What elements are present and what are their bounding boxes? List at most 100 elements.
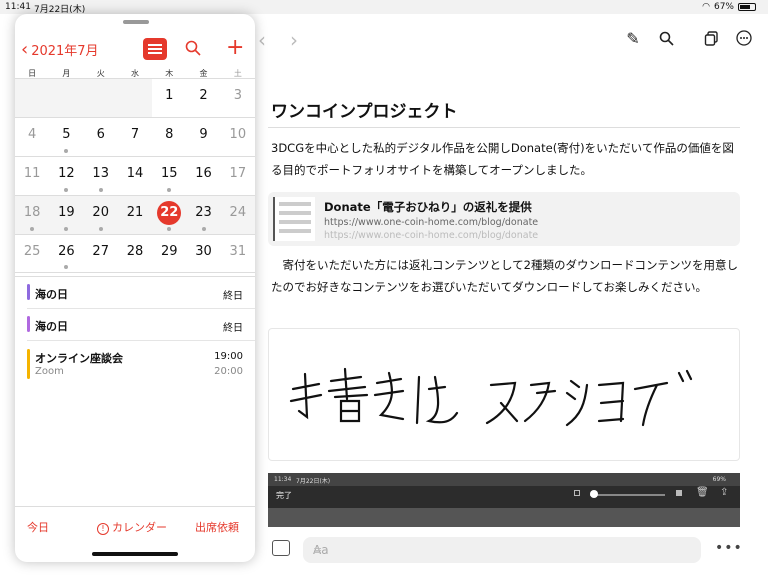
calendar-header: ‹ 2021年7月 + — [15, 35, 255, 66]
calendar-search-icon[interactable] — [185, 40, 201, 60]
status-time: 11:41 — [5, 2, 31, 12]
event-item[interactable]: 海の日 終日 — [27, 309, 255, 341]
day-cell[interactable]: 25 — [15, 235, 49, 272]
more-dots-icon[interactable]: ••• — [715, 540, 743, 556]
invites-button[interactable]: 出席依頼 — [195, 519, 239, 535]
calendars-button[interactable]: ! カレンダー — [97, 519, 167, 535]
day-cell[interactable]: 28 — [118, 235, 152, 272]
event-end-time: 20:00 — [214, 366, 243, 377]
event-name: 海の日 — [35, 320, 68, 333]
day-cell[interactable]: 23 — [186, 196, 220, 234]
day-cell[interactable]: 13 — [84, 157, 118, 195]
week-row: 11 12 13 14 15 16 17 — [15, 156, 255, 195]
embed-date: 7月22日(木) — [296, 478, 331, 485]
day-cell — [49, 79, 83, 117]
add-attachment-icon[interactable] — [272, 540, 290, 556]
day-cell[interactable]: 5 — [49, 118, 83, 156]
day-cell[interactable]: 8 — [152, 118, 186, 156]
embed-done-label: 完了 — [276, 491, 292, 500]
list-lines-icon: ≡ — [313, 544, 323, 557]
event-color-bar — [27, 349, 30, 379]
event-item[interactable]: 海の日 終日 — [27, 277, 255, 309]
day-cell[interactable]: 6 — [84, 118, 118, 156]
week-row: 25 26 27 28 29 30 31 — [15, 234, 255, 273]
day-cell[interactable]: 19 — [49, 196, 83, 234]
handwriting-drawing[interactable] — [268, 328, 740, 461]
note-title[interactable]: ワンコインプロジェクト — [271, 97, 458, 122]
embed-share-icon: ⇪ — [720, 487, 729, 498]
event-color-bar — [27, 316, 30, 332]
day-cell — [84, 79, 118, 117]
today-button[interactable]: 今日 — [27, 519, 49, 535]
embed-lower — [268, 508, 740, 527]
link-url-secondary: https://www.one-coin-home.com/blog/donat… — [324, 230, 539, 241]
wifi-icon: ◠ — [702, 2, 710, 12]
status-right: ◠ 67% — [702, 2, 756, 12]
day-cell[interactable]: 18 — [15, 196, 49, 234]
month-label: 2021年7月 — [31, 44, 99, 59]
day-cell[interactable]: 10 — [221, 118, 255, 156]
month-grid: 1 2 3 4 5 6 7 8 9 10 11 12 13 14 15 16 1… — [15, 78, 255, 273]
day-cell[interactable]: 9 — [186, 118, 220, 156]
divider — [268, 127, 740, 128]
list-view-button[interactable] — [143, 38, 167, 60]
week-row: 4 5 6 7 8 9 10 — [15, 117, 255, 156]
event-item[interactable]: オンライン座談会 19:00 Zoom 20:00 — [27, 341, 255, 383]
event-name: 海の日 — [35, 288, 68, 301]
add-event-icon[interactable]: + — [226, 35, 244, 60]
day-cell[interactable]: 14 — [118, 157, 152, 195]
day-cell-today[interactable]: 22 — [152, 196, 186, 234]
search-icon[interactable] — [655, 27, 677, 49]
slideover-grabber[interactable] — [123, 20, 149, 24]
event-location: Zoom — [35, 366, 64, 377]
battery-percent: 67% — [713, 2, 734, 12]
day-cell[interactable]: 11 — [15, 157, 49, 195]
duplicate-icon[interactable] — [700, 27, 722, 49]
embedded-screenshot[interactable]: 11:34 7月22日(木) 69% 完了 🗑 ⇪ — [268, 473, 740, 527]
link-url: https://www.one-coin-home.com/blog/donat… — [324, 217, 539, 228]
day-cell[interactable]: 29 — [152, 235, 186, 272]
day-cell[interactable]: 7 — [118, 118, 152, 156]
day-cell[interactable]: 4 — [15, 118, 49, 156]
day-cell[interactable]: 17 — [221, 157, 255, 195]
day-cell[interactable]: 1 — [152, 79, 186, 117]
alert-circle-icon: ! — [97, 523, 109, 535]
day-cell[interactable]: 27 — [84, 235, 118, 272]
note-paragraph-1[interactable]: 3DCGを中心とした私的デジタル作品を公開しDonate(寄付)をいただいて作品… — [271, 137, 741, 181]
forward-arrow-icon[interactable]: › — [290, 28, 298, 52]
text-format-input[interactable]: Aa ≡ — [303, 537, 701, 563]
handwriting-strokes — [289, 367, 693, 427]
calendars-label: カレンダー — [112, 521, 167, 534]
week-row: 18 19 20 21 22 23 24 — [15, 195, 255, 234]
calendar-slideover: ‹ 2021年7月 + 日 月 火 水 木 金 土 1 2 3 4 5 6 7 … — [15, 14, 255, 562]
month-back-button[interactable]: ‹ 2021年7月 — [21, 40, 99, 59]
link-preview-card[interactable]: Donate「電子おひねり」の返礼を提供 https://www.one-coi… — [268, 192, 740, 246]
event-list: 海の日 終日 海の日 終日 オンライン座談会 19:00 Zoom 20:00 — [15, 276, 255, 383]
day-cell[interactable]: 16 — [186, 157, 220, 195]
day-cell[interactable]: 15 — [152, 157, 186, 195]
day-cell[interactable]: 12 — [49, 157, 83, 195]
day-cell[interactable]: 31 — [221, 235, 255, 272]
embed-battery: 69% — [712, 476, 726, 483]
more-circle-icon[interactable] — [733, 27, 755, 49]
day-cell[interactable]: 24 — [221, 196, 255, 234]
embed-status-bar: 11:34 7月22日(木) 69% — [268, 473, 740, 486]
event-name: オンライン座談会 — [35, 352, 123, 365]
day-cell — [118, 79, 152, 117]
event-start-time: 19:00 — [214, 351, 243, 362]
day-cell[interactable]: 30 — [186, 235, 220, 272]
event-color-bar — [27, 284, 30, 300]
day-cell[interactable]: 21 — [118, 196, 152, 234]
embed-square-icon — [574, 490, 580, 496]
embed-slider — [590, 494, 665, 496]
day-cell — [15, 79, 49, 117]
day-cell[interactable]: 2 — [186, 79, 220, 117]
back-arrow-icon[interactable]: ‹ — [258, 28, 266, 52]
link-thumbnail — [273, 197, 315, 241]
compose-icon[interactable]: ✎ — [622, 27, 644, 49]
day-cell[interactable]: 20 — [84, 196, 118, 234]
week-row: 1 2 3 — [15, 78, 255, 117]
note-paragraph-2[interactable]: 寄付をいただいた方には返礼コンテンツとして2種類のダウンロードコンテンツを用意し… — [271, 254, 741, 298]
day-cell[interactable]: 26 — [49, 235, 83, 272]
day-cell[interactable]: 3 — [221, 79, 255, 117]
